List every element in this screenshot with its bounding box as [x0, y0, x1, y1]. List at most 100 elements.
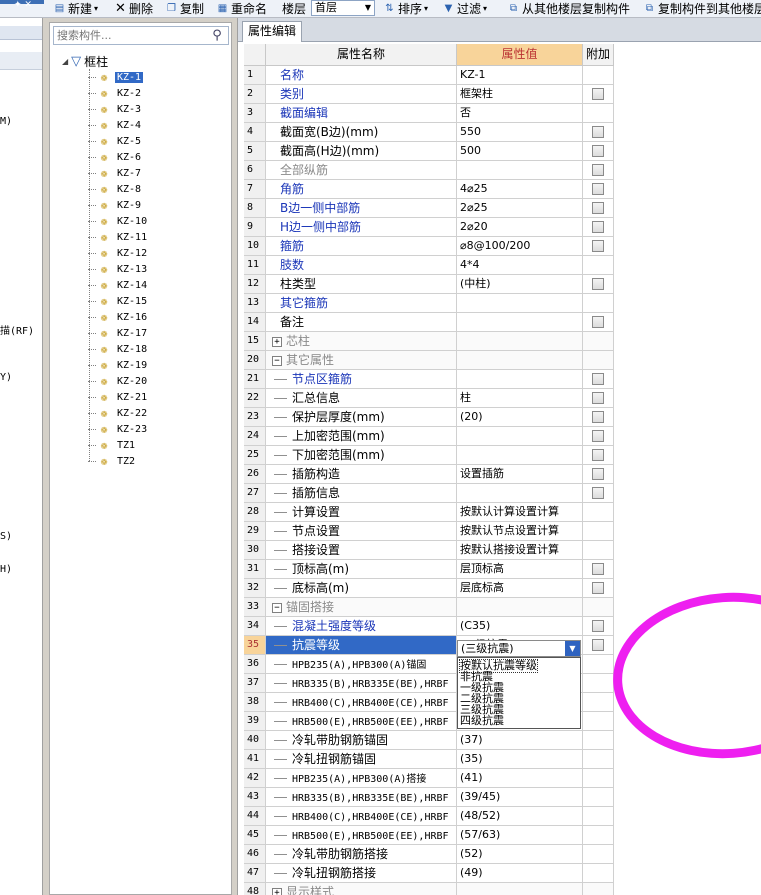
extra-checkbox[interactable] — [592, 183, 604, 195]
property-value[interactable]: (35) — [457, 750, 583, 769]
collapse-icon[interactable]: − — [272, 602, 282, 613]
tree-item[interactable]: ❁ KZ-12 — [88, 245, 149, 261]
property-row[interactable]: 41 冷轧扭钢筋锚固 (35) — [244, 750, 614, 769]
tree-item[interactable]: ❁ KZ-11 — [88, 229, 149, 245]
tree-item[interactable]: ❁ KZ-1 — [88, 69, 144, 85]
property-value[interactable]: (41) — [457, 769, 583, 788]
tree-item[interactable]: ❁ KZ-13 — [88, 261, 149, 277]
extra-checkbox[interactable] — [592, 639, 604, 651]
tree-item[interactable]: ❁ KZ-14 — [88, 277, 149, 293]
property-row[interactable]: 24 上加密范围(mm) — [244, 427, 614, 446]
property-value[interactable]: 550 — [457, 123, 583, 142]
property-row[interactable]: 13 其它箍筋 — [244, 294, 614, 313]
property-row[interactable]: 11 肢数 4*4 — [244, 256, 614, 275]
tree-item[interactable]: ❁ KZ-23 — [88, 421, 149, 437]
property-value[interactable] — [457, 294, 583, 313]
property-row[interactable]: 8 B边一侧中部筋 2⌀25 — [244, 199, 614, 218]
dropdown-option[interactable]: 四级抗震 — [460, 715, 504, 727]
extra-checkbox[interactable] — [592, 164, 604, 176]
tree-item[interactable]: ❁ KZ-8 — [88, 181, 143, 197]
extra-checkbox[interactable] — [592, 126, 604, 138]
property-row[interactable]: 25 下加密范围(mm) — [244, 446, 614, 465]
property-value[interactable]: 设置插筋 — [457, 465, 583, 484]
tree-item[interactable]: ❁ KZ-16 — [88, 309, 149, 325]
extra-checkbox[interactable] — [592, 582, 604, 594]
sort-button[interactable]: ⇅ 排序 ▾ — [383, 0, 428, 17]
extra-checkbox[interactable] — [592, 468, 604, 480]
property-value[interactable]: 500 — [457, 142, 583, 161]
property-row[interactable]: 40 冷轧带肋钢筋锚固 (37) — [244, 731, 614, 750]
property-row[interactable]: 15 + 芯柱 — [244, 332, 614, 351]
tree-item[interactable]: ❁ KZ-4 — [88, 117, 143, 133]
property-row[interactable]: 21 节点区箍筋 — [244, 370, 614, 389]
collapse-icon[interactable]: ◢ — [62, 57, 68, 66]
chevron-down-icon[interactable]: ▼ — [565, 641, 580, 656]
property-row[interactable]: 23 保护层厚度(mm) (20) — [244, 408, 614, 427]
property-row[interactable]: 48 + 显示样式 — [244, 883, 614, 895]
property-row[interactable]: 30 搭接设置 按默认搭接设置计算 — [244, 541, 614, 560]
property-value[interactable]: ⌀8@100/200 — [457, 237, 583, 256]
property-value[interactable]: (39/45) — [457, 788, 583, 807]
delete-button[interactable]: ✕ 删除 — [114, 0, 153, 17]
property-row[interactable]: 46 冷轧带肋钢筋搭接 (52) — [244, 845, 614, 864]
property-value[interactable] — [457, 446, 583, 465]
property-value[interactable]: 框架柱 — [457, 85, 583, 104]
floor-select[interactable]: 首层 ▼ — [311, 0, 375, 16]
property-value[interactable] — [457, 427, 583, 446]
property-value[interactable]: 4⌀25 — [457, 180, 583, 199]
extra-checkbox[interactable] — [592, 278, 604, 290]
tree-item[interactable]: ❁ KZ-7 — [88, 165, 143, 181]
tab-property-edit[interactable]: 属性编辑 — [242, 21, 303, 42]
extra-checkbox[interactable] — [592, 145, 604, 157]
extra-checkbox[interactable] — [592, 240, 604, 252]
copy-from-floor-button[interactable]: ⧉ 从其他楼层复制构件 — [507, 0, 630, 17]
property-row[interactable]: 45 HRB500(E),HRB500E(EE),HRBF (57/63) — [244, 826, 614, 845]
property-row[interactable]: 42 HPB235(A),HPB300(A)搭接 (41) — [244, 769, 614, 788]
property-row[interactable]: 14 备注 — [244, 313, 614, 332]
tree-item[interactable]: ❁ TZ2 — [88, 453, 137, 469]
expand-icon[interactable]: + — [272, 887, 282, 895]
rename-button[interactable]: ▦ 重命名 — [216, 0, 267, 17]
property-row[interactable]: 47 冷轧扭钢筋搭接 (49) — [244, 864, 614, 883]
extra-checkbox[interactable] — [592, 563, 604, 575]
expand-icon[interactable]: + — [272, 336, 282, 347]
tree-root-frame-column[interactable]: ◢ ▽ 框柱 — [62, 53, 108, 69]
copy-button[interactable]: ❐ 复制 — [165, 0, 204, 17]
property-row[interactable]: 3 截面编辑否 — [244, 104, 614, 123]
property-row[interactable]: 33− 锚固搭接 — [244, 598, 614, 617]
property-value[interactable]: 2⌀25 — [457, 199, 583, 218]
tree-item[interactable]: ❁ TZ1 — [88, 437, 137, 453]
property-row[interactable]: 20− 其它属性 — [244, 351, 614, 370]
property-row[interactable]: 7 角筋 4⌀25 — [244, 180, 614, 199]
tree-item[interactable]: ❁ KZ-10 — [88, 213, 149, 229]
property-value[interactable] — [457, 598, 583, 617]
extra-checkbox[interactable] — [592, 620, 604, 632]
property-value[interactable]: (52) — [457, 845, 583, 864]
property-value[interactable]: 层顶标高 — [457, 560, 583, 579]
tree-item[interactable]: ❁ KZ-15 — [88, 293, 149, 309]
property-row[interactable]: 1 名称 KZ-1 — [244, 66, 614, 85]
property-value[interactable] — [457, 313, 583, 332]
search-input[interactable] — [55, 28, 207, 43]
property-row[interactable]: 4 截面宽(B边)(mm) 550 — [244, 123, 614, 142]
tree-item[interactable]: ❁ KZ-2 — [88, 85, 143, 101]
property-row[interactable]: 34 混凝土强度等级 (C35) — [244, 617, 614, 636]
property-value[interactable]: 柱 — [457, 389, 583, 408]
property-row[interactable]: 29 节点设置 按默认节点设置计算 — [244, 522, 614, 541]
seismic-grade-select[interactable]: (三级抗震) ▼ — [457, 640, 581, 657]
property-row[interactable]: 5 截面高(H边)(mm) 500 — [244, 142, 614, 161]
property-row[interactable]: 32 底标高(m) 层底标高 — [244, 579, 614, 598]
extra-checkbox[interactable] — [592, 373, 604, 385]
property-value[interactable] — [457, 484, 583, 503]
property-row[interactable]: 27 插筋信息 — [244, 484, 614, 503]
tree-item[interactable]: ❁ KZ-19 — [88, 357, 149, 373]
property-row[interactable]: 6 全部纵筋 — [244, 161, 614, 180]
extra-checkbox[interactable] — [592, 221, 604, 233]
extra-checkbox[interactable] — [592, 316, 604, 328]
property-value[interactable] — [457, 370, 583, 389]
extra-checkbox[interactable] — [592, 88, 604, 100]
extra-checkbox[interactable] — [592, 449, 604, 461]
property-value[interactable]: (20) — [457, 408, 583, 427]
tree-item[interactable]: ❁ KZ-3 — [88, 101, 143, 117]
tree-item[interactable]: ❁ KZ-6 — [88, 149, 143, 165]
